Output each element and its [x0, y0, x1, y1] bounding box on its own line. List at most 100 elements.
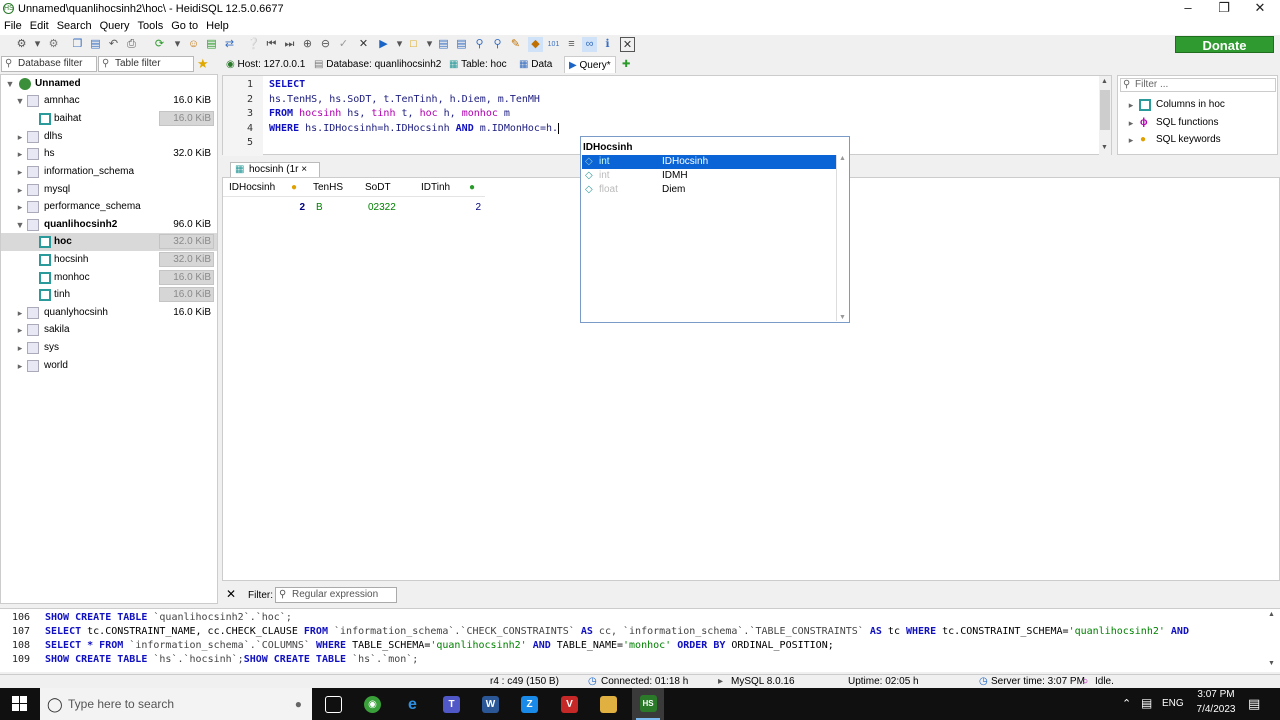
expand-icon[interactable]: ▸ [15, 145, 25, 163]
expand-icon[interactable]: ▸ [15, 357, 25, 375]
editor-scrollbar[interactable]: ▲ ▼ [1099, 76, 1111, 156]
helper-item-functions[interactable]: ▸ ϕ SQL functions [1118, 114, 1268, 132]
sql-log[interactable]: 106 107 108 109 SHOW CREATE TABLE `quanl… [0, 608, 1280, 672]
scroll-thumb[interactable] [1100, 90, 1110, 130]
menu-file[interactable]: File [0, 18, 26, 32]
autocomplete-item[interactable]: ◇ int IDMH [582, 169, 836, 183]
save-icon[interactable]: ▤ [436, 37, 451, 52]
column-header[interactable]: IDHocsinh [229, 182, 275, 193]
dropdown-icon[interactable]: ▾ [392, 37, 407, 52]
cancel-icon[interactable]: ✕ [356, 37, 371, 52]
link-icon[interactable]: ∞ [582, 37, 597, 52]
tree-node-hs[interactable]: ▸ hs 32.0 KiB [1, 145, 217, 163]
users-icon[interactable]: ☺ [186, 37, 201, 52]
dropdown-icon[interactable]: ▾ [170, 37, 185, 52]
paste-icon[interactable]: ▤ [88, 37, 103, 52]
chevron-up-icon[interactable]: ⌃ [1122, 697, 1131, 710]
expand-icon[interactable]: ▸ [15, 321, 25, 339]
scroll-down-icon[interactable]: ▼ [1101, 144, 1108, 151]
tree-node-hoc[interactable]: hoc 32.0 KiB [1, 233, 217, 251]
search-icon[interactable]: ⚲ [472, 37, 487, 52]
tree-node-baihat[interactable]: baihat 16.0 KiB [1, 110, 217, 128]
database-filter-input[interactable]: ⚲ Database filter [1, 56, 97, 72]
tree-node-monhoc[interactable]: monhoc 16.0 KiB [1, 269, 217, 287]
edge-icon[interactable]: e [404, 696, 421, 713]
transfer-icon[interactable]: ⇄ [222, 37, 237, 52]
binary-icon[interactable]: 101 [546, 37, 561, 52]
teams-icon[interactable]: T [443, 696, 460, 713]
collapse-icon[interactable]: ▼ [5, 75, 15, 93]
connect-icon[interactable]: ⚙ [14, 37, 29, 52]
new-query-tab-icon[interactable]: ✚ [622, 56, 630, 73]
menu-help[interactable]: Help [202, 18, 233, 32]
help-icon[interactable]: ❔ [246, 37, 261, 52]
clear-icon[interactable]: ✎ [508, 37, 523, 52]
column-header[interactable]: SoDT [365, 182, 391, 193]
expand-icon[interactable]: ▸ [1126, 131, 1136, 149]
close-filter-icon[interactable]: ✕ [226, 587, 236, 601]
tree-node-sys[interactable]: ▸ sys [1, 339, 217, 357]
wrap-icon[interactable]: ≡ [564, 37, 579, 52]
menu-tools[interactable]: Tools [134, 18, 168, 32]
notifications-icon[interactable]: ▤ [1248, 696, 1260, 712]
taskbar-search-input[interactable]: ◯ Type here to search ● [40, 688, 312, 720]
chrome-icon[interactable]: ◉ [364, 696, 381, 713]
undo-icon[interactable]: ↶ [106, 37, 121, 52]
clock-date[interactable]: 7/4/2023 [1194, 704, 1238, 715]
menu-search[interactable]: Search [53, 18, 96, 32]
task-view-icon[interactable] [325, 696, 342, 713]
expand-icon[interactable]: ▸ [15, 163, 25, 181]
helper-filter-input[interactable]: ⚲ Filter ... [1120, 78, 1276, 92]
menu-edit[interactable]: Edit [26, 18, 53, 32]
favorites-star-icon[interactable]: ★ [197, 56, 209, 72]
windows-start-icon[interactable] [12, 696, 28, 712]
log-scrollbar[interactable]: ▲ ▼ [1268, 611, 1278, 667]
autocomplete-scrollbar[interactable]: ▲ ▼ [836, 155, 848, 321]
tree-node-amnhac[interactable]: ▼ amnhac 16.0 KiB [1, 92, 217, 110]
column-header[interactable]: IDTinh [421, 182, 450, 193]
last-icon[interactable]: ⏭ [282, 37, 297, 52]
helper-item-columns[interactable]: ▸ Columns in hoc [1118, 96, 1268, 114]
print-icon[interactable]: ⎙ [124, 37, 139, 52]
vietkey-icon[interactable]: V [561, 696, 578, 713]
dropdown-icon[interactable]: ▾ [30, 37, 45, 52]
autocomplete-item[interactable]: ◇ float Diem [582, 183, 836, 197]
tree-node-tinh[interactable]: tinh 16.0 KiB [1, 286, 217, 304]
disconnect-icon[interactable]: ⚙ [46, 37, 61, 52]
zalo-icon[interactable]: Z [521, 696, 538, 713]
scroll-up-icon[interactable]: ▲ [1101, 78, 1108, 85]
tree-node-quanlihocsinh2[interactable]: ▼ quanlihocsinh2 96.0 KiB [1, 216, 217, 234]
tree-node-information-schema[interactable]: ▸ information_schema [1, 163, 217, 181]
scroll-up-icon[interactable]: ▲ [1268, 611, 1275, 618]
ok-icon[interactable]: ✓ [336, 37, 351, 52]
network-icon[interactable]: ▤ [1141, 696, 1152, 710]
tree-node-unnamed[interactable]: ▼ Unnamed [1, 75, 217, 93]
open-folder-icon[interactable]: □ [406, 37, 421, 52]
first-icon[interactable]: ⏮ [264, 37, 279, 52]
microphone-icon[interactable]: ● [295, 688, 302, 720]
tab-database[interactable]: ▤ Database: quanlihocsinh2 [314, 56, 441, 73]
scroll-down-icon[interactable]: ▼ [1268, 660, 1275, 667]
tree-node-world[interactable]: ▸ world [1, 357, 217, 375]
tab-table[interactable]: ▦ Table: hoc [449, 56, 507, 73]
refresh-icon[interactable]: ⟳ [152, 37, 167, 52]
expand-icon[interactable]: ▸ [1126, 96, 1136, 114]
clock-time[interactable]: 3:07 PM [1194, 689, 1238, 700]
remove-icon[interactable]: ⊖ [318, 37, 333, 52]
helper-item-keywords[interactable]: ▸ ● SQL keywords [1118, 131, 1268, 149]
minimize-button[interactable]: – [1170, 0, 1206, 18]
save-as-icon[interactable]: ▤ [454, 37, 469, 52]
tree-node-mysql[interactable]: ▸ mysql [1, 181, 217, 199]
tree-node-sakila[interactable]: ▸ sakila [1, 321, 217, 339]
tree-node-performance-schema[interactable]: ▸ performance_schema [1, 198, 217, 216]
tree-node-dlhs[interactable]: ▸ dlhs [1, 128, 217, 146]
expand-icon[interactable]: ▸ [15, 304, 25, 322]
format-icon[interactable]: ◆ [528, 37, 543, 52]
column-header[interactable]: TenHS [313, 182, 343, 193]
collapse-icon[interactable]: ▼ [15, 92, 25, 110]
copy-icon[interactable]: ❐ [70, 37, 85, 52]
scroll-down-icon[interactable]: ▼ [839, 314, 846, 321]
maximize-button[interactable]: ❐ [1206, 0, 1242, 18]
collapse-icon[interactable]: ▼ [15, 216, 25, 234]
find-icon[interactable]: ⚲ [490, 37, 505, 52]
